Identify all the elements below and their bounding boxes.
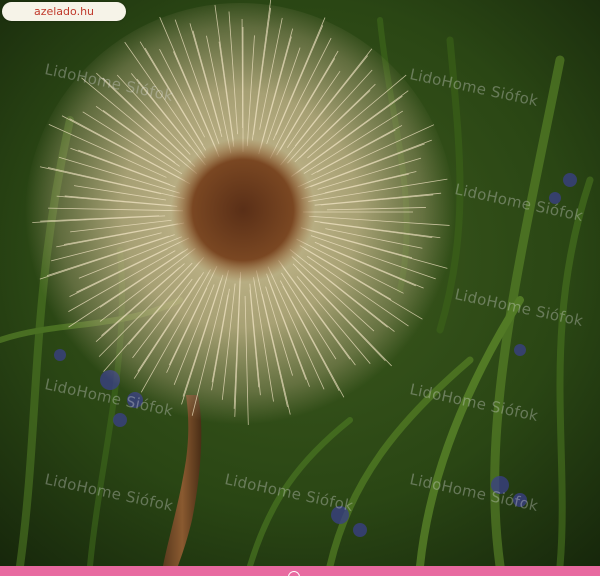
pager-dot-icon[interactable] xyxy=(288,571,300,576)
site-badge[interactable]: azelado.hu xyxy=(2,2,126,21)
bottom-bar xyxy=(0,566,600,576)
seed-filament xyxy=(241,19,243,129)
photo-viewer: azelado.hu LidoHome Siófok LidoHome Sióf… xyxy=(0,0,600,576)
